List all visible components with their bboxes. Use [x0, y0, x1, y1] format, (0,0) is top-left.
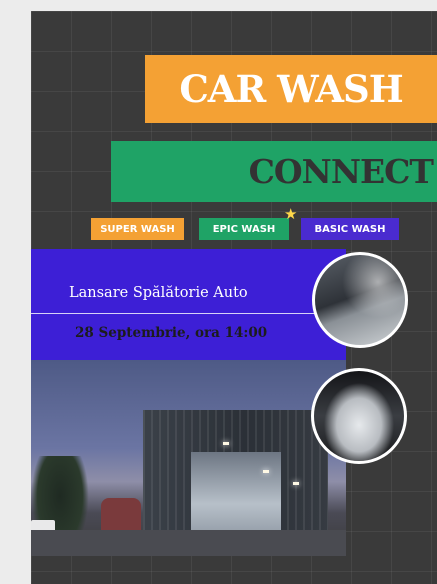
banner-title: Lansare Spălătorie Auto	[69, 285, 248, 301]
car-wash-building-photo	[31, 360, 346, 556]
ceiling-light	[223, 442, 229, 445]
banner-date: 28 Septembrie, ora 14:00	[75, 325, 268, 341]
car-washing-photo	[312, 252, 408, 348]
poster: CAR WASH CONNECT SUPER WASH EPIC WASH ★ …	[31, 11, 437, 584]
banner-divider	[31, 313, 315, 314]
poster-title: CAR WASH	[179, 67, 403, 111]
launch-banner: Lansare Spălătorie Auto 28 Septembrie, o…	[31, 249, 346, 360]
ground	[31, 530, 346, 556]
subtitle-box: CONNECT	[111, 141, 437, 202]
star-icon: ★	[284, 206, 298, 223]
badge-basic-wash: BASIC WASH	[301, 218, 399, 240]
title-box: CAR WASH	[145, 55, 437, 123]
foamed-car-photo	[311, 368, 407, 464]
badge-epic-wash: EPIC WASH	[199, 218, 289, 240]
ceiling-light	[293, 482, 299, 485]
poster-subtitle: CONNECT	[248, 152, 434, 191]
ceiling-light	[263, 470, 269, 473]
badge-super-wash: SUPER WASH	[91, 218, 184, 240]
